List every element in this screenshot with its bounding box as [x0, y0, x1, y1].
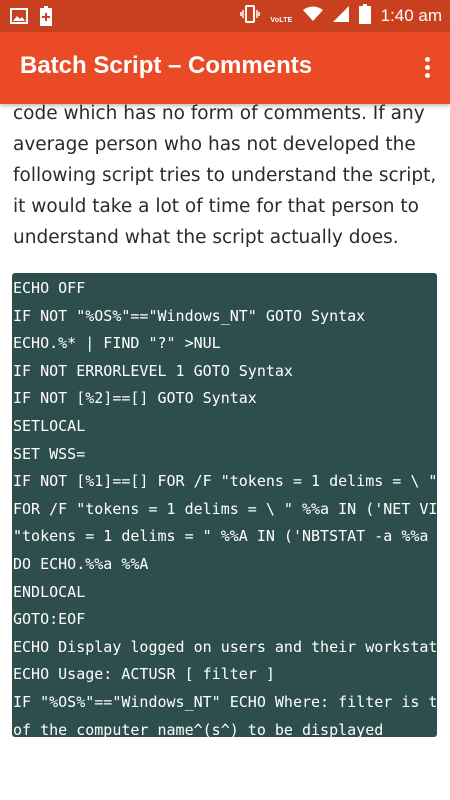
signal-icon [332, 5, 349, 27]
status-bar: VoLTE 1:40 am [0, 0, 450, 32]
code-line: ECHO.%* | FIND "?" >NUL [13, 334, 221, 353]
code-line: IF NOT "%OS%"=="Windows_NT" GOTO Syntax [13, 306, 366, 325]
code-lines: ECHO OFF IF NOT "%OS%"=="Windows_NT" GOTO… [12, 273, 437, 737]
wifi-icon [302, 6, 323, 27]
gallery-icon [10, 8, 28, 29]
code-line: IF NOT ERRORLEVEL 1 GOTO Syntax [13, 361, 293, 380]
app-bar: Batch Script – Comments [0, 32, 450, 104]
code-line: ECHO Usage: ACTUSR [ filter ] [13, 665, 275, 684]
code-line: "tokens = 1 delims = " %%A IN ('NBTSTAT … [13, 527, 429, 546]
status-right-icons: VoLTE 1:40 am [240, 0, 442, 32]
volte-icon: VoLTE [270, 16, 293, 24]
code-line: of the computer name^(s^) to be displaye… [13, 720, 384, 738]
more-vert-icon[interactable] [418, 54, 436, 82]
code-line: GOTO:EOF [13, 610, 86, 629]
battery-saver-icon [40, 6, 52, 31]
code-line: SET WSS= [13, 444, 86, 463]
code-line: FOR /F "tokens = 1 delims = \ " %%a IN (… [13, 499, 437, 518]
code-line: IF NOT [%2]==[] GOTO Syntax [13, 389, 257, 408]
code-line: ECHO OFF [13, 279, 86, 297]
battery-icon [358, 3, 371, 29]
status-left-icons [10, 6, 52, 31]
code-line: DO ECHO.%%a %%A [13, 554, 149, 573]
code-line: ENDLOCAL [13, 582, 86, 601]
code-line: SETLOCAL [13, 416, 86, 435]
page-title: Batch Script – Comments [20, 52, 313, 79]
vibrate-icon [240, 4, 261, 28]
status-time: 1:40 am [380, 6, 442, 25]
article-paragraph: code which has no form of comments. If a… [13, 104, 437, 248]
code-line: IF "%OS%"=="Windows_NT" ECHO Where: filt… [13, 692, 437, 711]
code-line: ECHO Display logged on users and their w… [13, 637, 437, 656]
article-content[interactable]: code which has no form of comments. If a… [0, 104, 450, 800]
code-line: IF NOT [%1]==[] FOR /F "tokens = 1 delim… [13, 472, 437, 491]
code-block[interactable]: ECHO OFF IF NOT "%OS%"=="Windows_NT" GOTO… [12, 273, 437, 737]
